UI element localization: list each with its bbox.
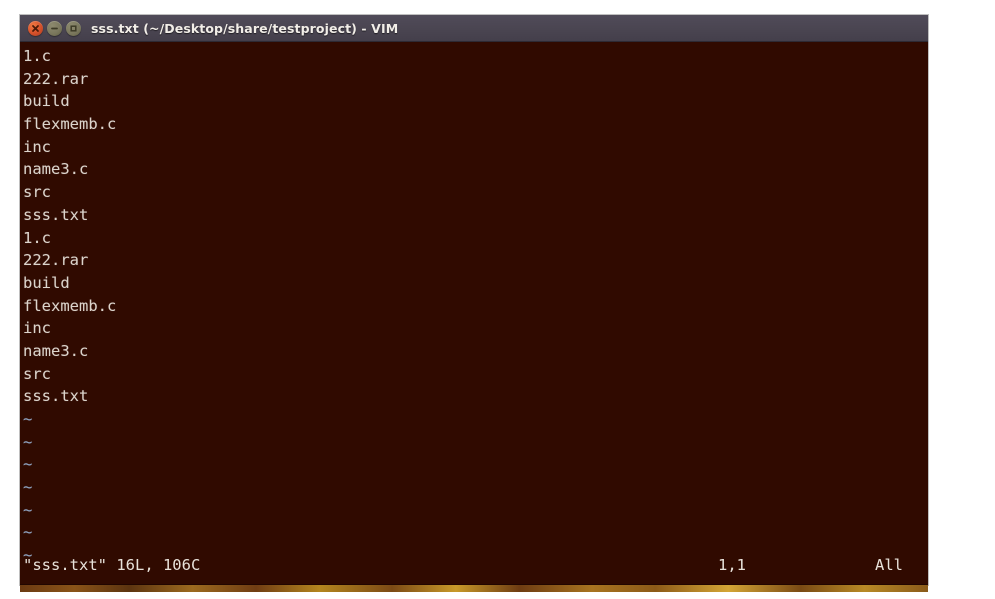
- editor-line: 1.c: [23, 228, 51, 247]
- maximize-button[interactable]: [66, 20, 81, 36]
- editor-line: build: [23, 92, 70, 111]
- window-controls: [28, 20, 81, 36]
- editor-line: inc: [23, 137, 51, 156]
- background-window-strip: [20, 585, 928, 592]
- editor-line: build: [23, 273, 70, 292]
- editor-line: inc: [23, 319, 51, 338]
- editor-line: sss.txt: [23, 205, 89, 224]
- editor-empty-line-marker: ~: [23, 500, 33, 519]
- minimize-button[interactable]: [47, 20, 62, 36]
- editor-line: 222.rar: [23, 69, 89, 88]
- editor-line: name3.c: [23, 160, 89, 179]
- editor-line: flexmemb.c: [23, 296, 117, 315]
- window-title: sss.txt (~/Desktop/share/testproject) - …: [91, 20, 399, 36]
- editor-line: 222.rar: [23, 251, 89, 270]
- editor-line: sss.txt: [23, 387, 89, 406]
- terminal-body[interactable]: 1.c 222.rar build flexmemb.c inc name3.c src ss…: [20, 42, 928, 585]
- status-file-info: "sss.txt" 16L, 106C: [23, 556, 201, 575]
- maximize-icon: [70, 24, 77, 32]
- minimize-icon: [51, 27, 58, 29]
- editor-buffer[interactable]: 1.c 222.rar build flexmemb.c inc name3.c src ss…: [21, 45, 928, 408]
- close-icon: [32, 24, 39, 32]
- vim-terminal-window: sss.txt (~/Desktop/share/testproject) - …: [20, 15, 928, 585]
- editor-line: 1.c: [23, 47, 51, 65]
- editor-empty-line-marker: ~: [23, 523, 33, 542]
- editor-line: name3.c: [23, 341, 89, 360]
- title-bar: sss.txt (~/Desktop/share/testproject) - …: [20, 15, 928, 42]
- close-button[interactable]: [28, 20, 43, 36]
- editor-empty-line-marker: ~: [23, 455, 33, 474]
- editor-empty-line-marker: ~: [23, 432, 33, 451]
- status-scroll-position: All: [875, 556, 903, 575]
- editor-line: src: [23, 183, 51, 202]
- editor-line: flexmemb.c: [23, 115, 117, 134]
- editor-empty-line-marker: ~: [23, 410, 33, 428]
- status-cursor-position: 1,1: [718, 556, 746, 575]
- editor-empty-markers: ~ ~ ~ ~ ~ ~ ~: [21, 408, 928, 567]
- editor-empty-line-marker: ~: [23, 478, 33, 497]
- editor-line: src: [23, 364, 51, 383]
- vim-status-line: "sss.txt" 16L, 106C 1,1 All: [20, 554, 928, 577]
